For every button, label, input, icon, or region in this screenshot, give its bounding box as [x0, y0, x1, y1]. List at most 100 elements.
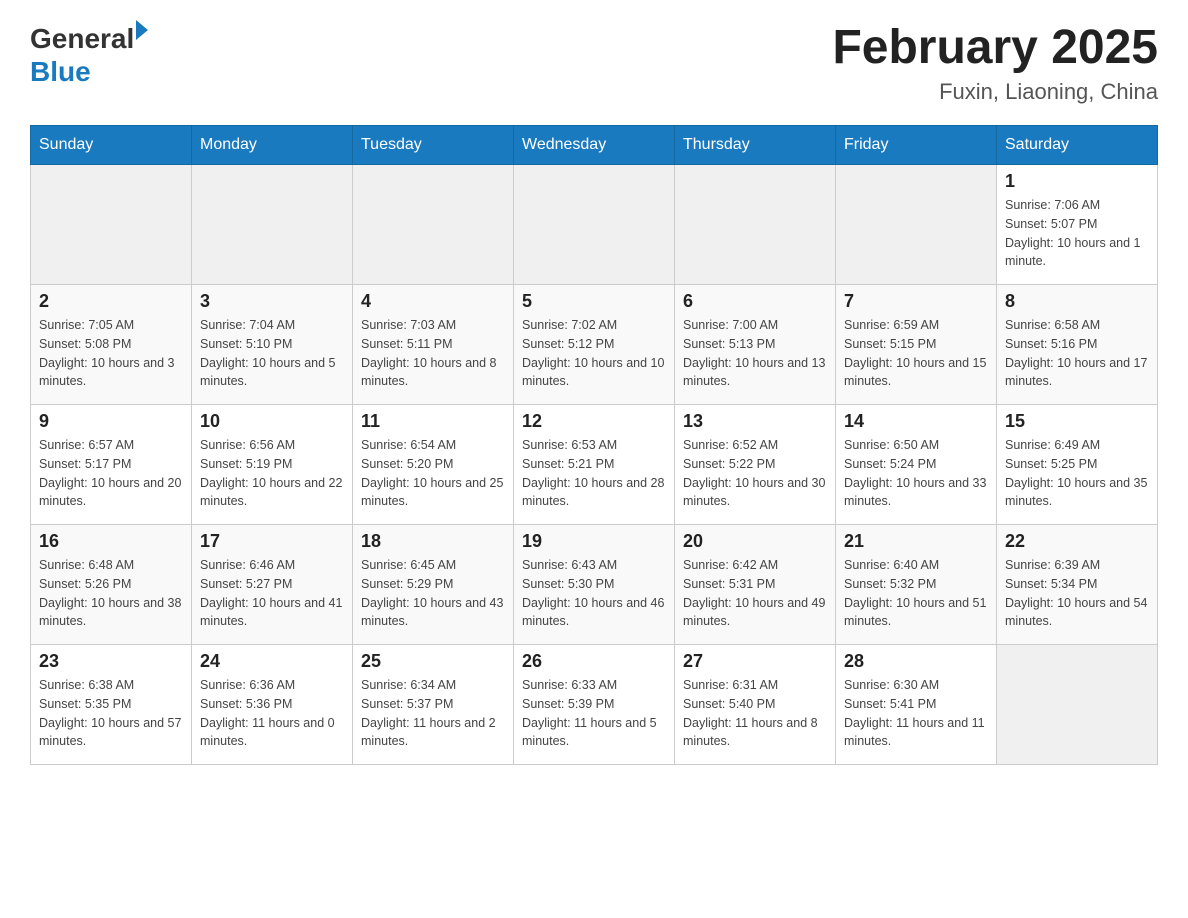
calendar-cell: 4 Sunrise: 7:03 AMSunset: 5:11 PMDaylight… [353, 285, 514, 405]
calendar-cell: 3Sunrise: 7:04 AMSunset: 5:10 PMDaylight… [192, 285, 353, 405]
day-number: 19 [522, 531, 666, 552]
day-info: Sunrise: 6:33 AMSunset: 5:39 PMDaylight:… [522, 676, 666, 751]
calendar-cell [836, 165, 997, 285]
day-info: Sunrise: 6:36 AMSunset: 5:36 PMDaylight:… [200, 676, 344, 751]
day-number: 12 [522, 411, 666, 432]
day-info: Sunrise: 6:40 AMSunset: 5:32 PMDaylight:… [844, 556, 988, 631]
day-number: 5 [522, 291, 666, 312]
calendar-cell: 5 Sunrise: 7:02 AMSunset: 5:12 PMDaylight… [514, 285, 675, 405]
day-number: 11 [361, 411, 505, 432]
day-number: 23 [39, 651, 183, 672]
logo-general-text: General [30, 25, 134, 53]
day-info: Sunrise: 7:03 AMSunset: 5:11 PMDaylight:… [361, 316, 505, 391]
day-info: Sunrise: 6:59 AMSunset: 5:15 PMDaylight:… [844, 316, 988, 391]
calendar-cell: 10 Sunrise: 6:56 AMSunset: 5:19 PMDayligh… [192, 405, 353, 525]
day-info: Sunrise: 6:50 AMSunset: 5:24 PMDaylight:… [844, 436, 988, 511]
calendar-cell: 9Sunrise: 6:57 AMSunset: 5:17 PMDaylight… [31, 405, 192, 525]
day-info: Sunrise: 6:30 AMSunset: 5:41 PMDaylight:… [844, 676, 988, 751]
day-info: Sunrise: 6:39 AMSunset: 5:34 PMDaylight:… [1005, 556, 1149, 631]
day-info: Sunrise: 6:48 AMSunset: 5:26 PMDaylight:… [39, 556, 183, 631]
day-number: 14 [844, 411, 988, 432]
day-info: Sunrise: 7:06 AMSunset: 5:07 PMDaylight:… [1005, 196, 1149, 271]
day-info: Sunrise: 6:45 AMSunset: 5:29 PMDaylight:… [361, 556, 505, 631]
calendar-cell [997, 645, 1158, 765]
calendar-cell: 21 Sunrise: 6:40 AMSunset: 5:32 PMDayligh… [836, 525, 997, 645]
calendar-cell: 7 Sunrise: 6:59 AMSunset: 5:15 PMDaylight… [836, 285, 997, 405]
logo-blue-text: Blue [30, 58, 148, 86]
calendar-cell: 28Sunrise: 6:30 AMSunset: 5:41 PMDayligh… [836, 645, 997, 765]
calendar-cell: 18 Sunrise: 6:45 AMSunset: 5:29 PMDayligh… [353, 525, 514, 645]
day-info: Sunrise: 6:58 AMSunset: 5:16 PMDaylight:… [1005, 316, 1149, 391]
calendar-week-row-4: 23Sunrise: 6:38 AMSunset: 5:35 PMDayligh… [31, 645, 1158, 765]
calendar-cell: 6 Sunrise: 7:00 AMSunset: 5:13 PMDaylight… [675, 285, 836, 405]
calendar-cell [675, 165, 836, 285]
location-text: Fuxin, Liaoning, China [832, 79, 1158, 105]
day-info: Sunrise: 6:53 AMSunset: 5:21 PMDaylight:… [522, 436, 666, 511]
day-number: 3 [200, 291, 344, 312]
day-number: 20 [683, 531, 827, 552]
weekday-header-tuesday: Tuesday [353, 126, 514, 165]
calendar-week-row-3: 16 Sunrise: 6:48 AMSunset: 5:26 PMDayligh… [31, 525, 1158, 645]
day-number: 24 [200, 651, 344, 672]
calendar-cell: 1Sunrise: 7:06 AMSunset: 5:07 PMDaylight… [997, 165, 1158, 285]
day-number: 15 [1005, 411, 1149, 432]
calendar-cell: 22 Sunrise: 6:39 AMSunset: 5:34 PMDayligh… [997, 525, 1158, 645]
calendar-cell: 19 Sunrise: 6:43 AMSunset: 5:30 PMDayligh… [514, 525, 675, 645]
day-number: 2 [39, 291, 183, 312]
calendar-cell: 24 Sunrise: 6:36 AMSunset: 5:36 PMDayligh… [192, 645, 353, 765]
calendar-cell: 27 Sunrise: 6:31 AMSunset: 5:40 PMDayligh… [675, 645, 836, 765]
day-info: Sunrise: 6:52 AMSunset: 5:22 PMDaylight:… [683, 436, 827, 511]
logo: General Blue [30, 20, 148, 86]
calendar-cell: 2 Sunrise: 7:05 AMSunset: 5:08 PMDaylight… [31, 285, 192, 405]
day-info: Sunrise: 6:56 AMSunset: 5:19 PMDaylight:… [200, 436, 344, 511]
day-info: Sunrise: 6:54 AMSunset: 5:20 PMDaylight:… [361, 436, 505, 511]
weekday-header-sunday: Sunday [31, 126, 192, 165]
day-number: 18 [361, 531, 505, 552]
month-title: February 2025 [832, 20, 1158, 75]
calendar-cell: 16 Sunrise: 6:48 AMSunset: 5:26 PMDayligh… [31, 525, 192, 645]
calendar-cell [514, 165, 675, 285]
day-number: 21 [844, 531, 988, 552]
calendar-cell: 11 Sunrise: 6:54 AMSunset: 5:20 PMDayligh… [353, 405, 514, 525]
calendar-cell: 14 Sunrise: 6:50 AMSunset: 5:24 PMDayligh… [836, 405, 997, 525]
day-info: Sunrise: 6:43 AMSunset: 5:30 PMDaylight:… [522, 556, 666, 631]
day-info: Sunrise: 6:57 AMSunset: 5:17 PMDaylight:… [39, 436, 183, 511]
weekday-header-row: SundayMondayTuesdayWednesdayThursdayFrid… [31, 126, 1158, 165]
day-info: Sunrise: 6:46 AMSunset: 5:27 PMDaylight:… [200, 556, 344, 631]
calendar-week-row-0: 1Sunrise: 7:06 AMSunset: 5:07 PMDaylight… [31, 165, 1158, 285]
day-info: Sunrise: 7:02 AMSunset: 5:12 PMDaylight:… [522, 316, 666, 391]
calendar-cell: 12 Sunrise: 6:53 AMSunset: 5:21 PMDayligh… [514, 405, 675, 525]
day-number: 8 [1005, 291, 1149, 312]
day-info: Sunrise: 6:31 AMSunset: 5:40 PMDaylight:… [683, 676, 827, 751]
day-number: 22 [1005, 531, 1149, 552]
calendar-cell [353, 165, 514, 285]
calendar-cell: 17 Sunrise: 6:46 AMSunset: 5:27 PMDayligh… [192, 525, 353, 645]
calendar-cell [192, 165, 353, 285]
calendar-week-row-1: 2 Sunrise: 7:05 AMSunset: 5:08 PMDaylight… [31, 285, 1158, 405]
calendar-table: SundayMondayTuesdayWednesdayThursdayFrid… [30, 125, 1158, 765]
day-number: 27 [683, 651, 827, 672]
day-number: 17 [200, 531, 344, 552]
day-number: 6 [683, 291, 827, 312]
calendar-cell [31, 165, 192, 285]
day-number: 26 [522, 651, 666, 672]
title-section: February 2025 Fuxin, Liaoning, China [832, 20, 1158, 105]
calendar-week-row-2: 9Sunrise: 6:57 AMSunset: 5:17 PMDaylight… [31, 405, 1158, 525]
day-info: Sunrise: 6:34 AMSunset: 5:37 PMDaylight:… [361, 676, 505, 751]
day-info: Sunrise: 6:42 AMSunset: 5:31 PMDaylight:… [683, 556, 827, 631]
day-info: Sunrise: 6:49 AMSunset: 5:25 PMDaylight:… [1005, 436, 1149, 511]
weekday-header-thursday: Thursday [675, 126, 836, 165]
calendar-cell: 26 Sunrise: 6:33 AMSunset: 5:39 PMDayligh… [514, 645, 675, 765]
day-number: 13 [683, 411, 827, 432]
day-info: Sunrise: 7:05 AMSunset: 5:08 PMDaylight:… [39, 316, 183, 391]
day-number: 7 [844, 291, 988, 312]
weekday-header-wednesday: Wednesday [514, 126, 675, 165]
weekday-header-friday: Friday [836, 126, 997, 165]
logo-arrow-icon [136, 20, 148, 40]
day-number: 4 [361, 291, 505, 312]
calendar-cell: 25Sunrise: 6:34 AMSunset: 5:37 PMDayligh… [353, 645, 514, 765]
calendar-cell: 15 Sunrise: 6:49 AMSunset: 5:25 PMDayligh… [997, 405, 1158, 525]
day-number: 10 [200, 411, 344, 432]
day-info: Sunrise: 7:00 AMSunset: 5:13 PMDaylight:… [683, 316, 827, 391]
day-number: 16 [39, 531, 183, 552]
